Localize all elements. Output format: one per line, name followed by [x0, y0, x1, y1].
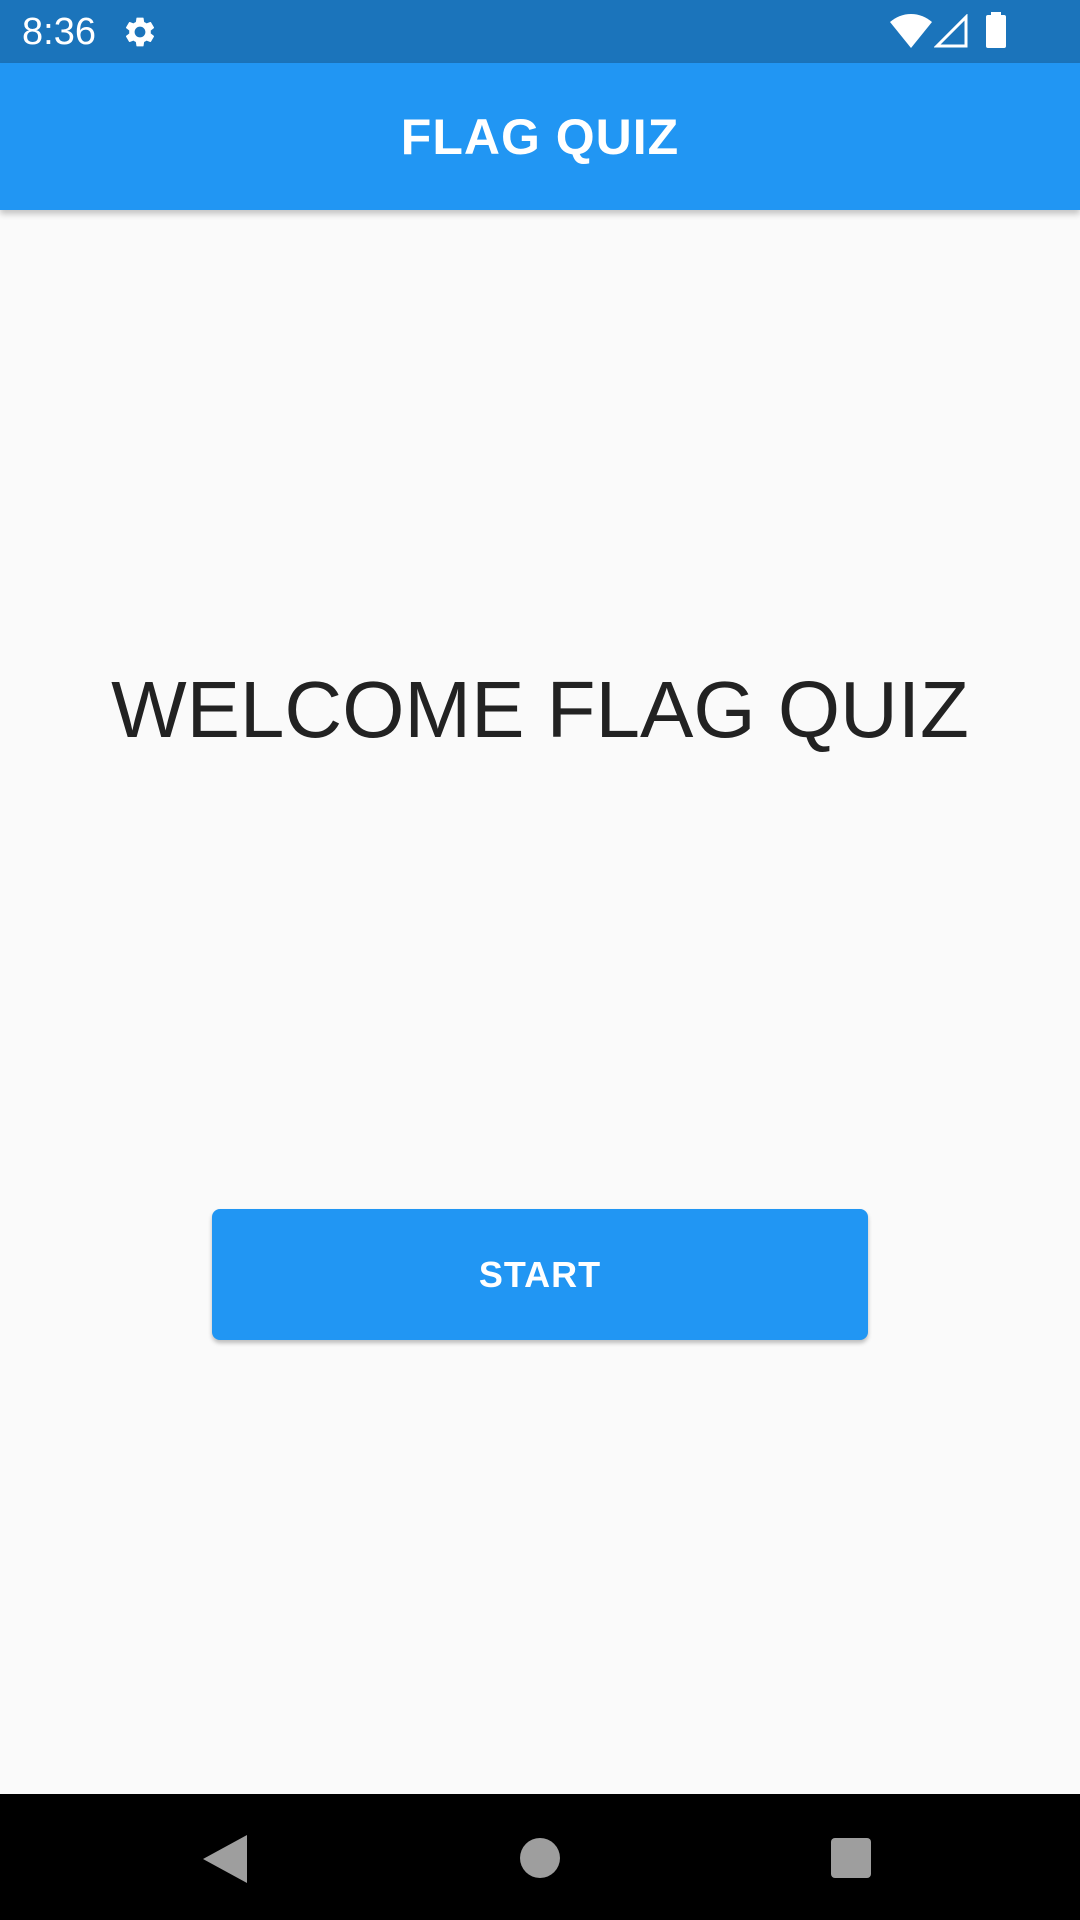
- app-bar: FLAG QUIZ: [0, 63, 1080, 210]
- navigation-bar: [0, 1794, 1080, 1920]
- wifi-icon: [890, 14, 932, 48]
- status-bar: 8:36: [0, 0, 1080, 63]
- cell-signal-icon: [934, 14, 968, 48]
- back-icon[interactable]: [203, 1835, 247, 1883]
- gear-icon: [125, 17, 155, 47]
- screen: 8:36 FLAG QUIZ WELCOME FLAG QUIZ START: [0, 0, 1080, 1920]
- app-title: FLAG QUIZ: [400, 108, 680, 165]
- status-time: 8:36: [22, 11, 96, 53]
- start-button[interactable]: START: [212, 1209, 868, 1340]
- battery-icon: [986, 12, 1006, 48]
- welcome-heading: WELCOME FLAG QUIZ: [111, 665, 969, 754]
- recents-icon[interactable]: [830, 1837, 872, 1879]
- home-icon[interactable]: [519, 1837, 561, 1879]
